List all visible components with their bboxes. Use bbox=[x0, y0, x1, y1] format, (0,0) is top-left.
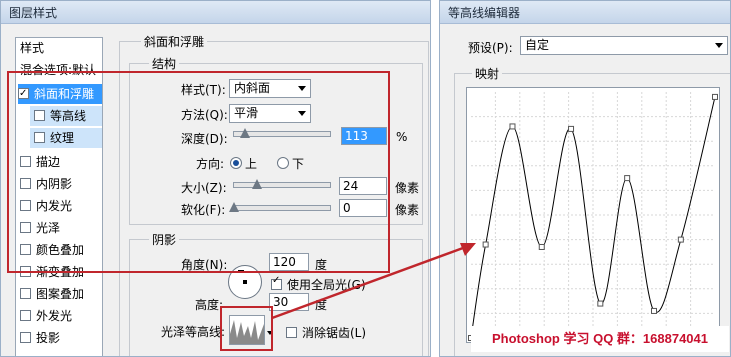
callout-arrow bbox=[271, 243, 476, 320]
watermark-banner: Photoshop 学习 QQ 群：168874041 bbox=[471, 326, 729, 352]
